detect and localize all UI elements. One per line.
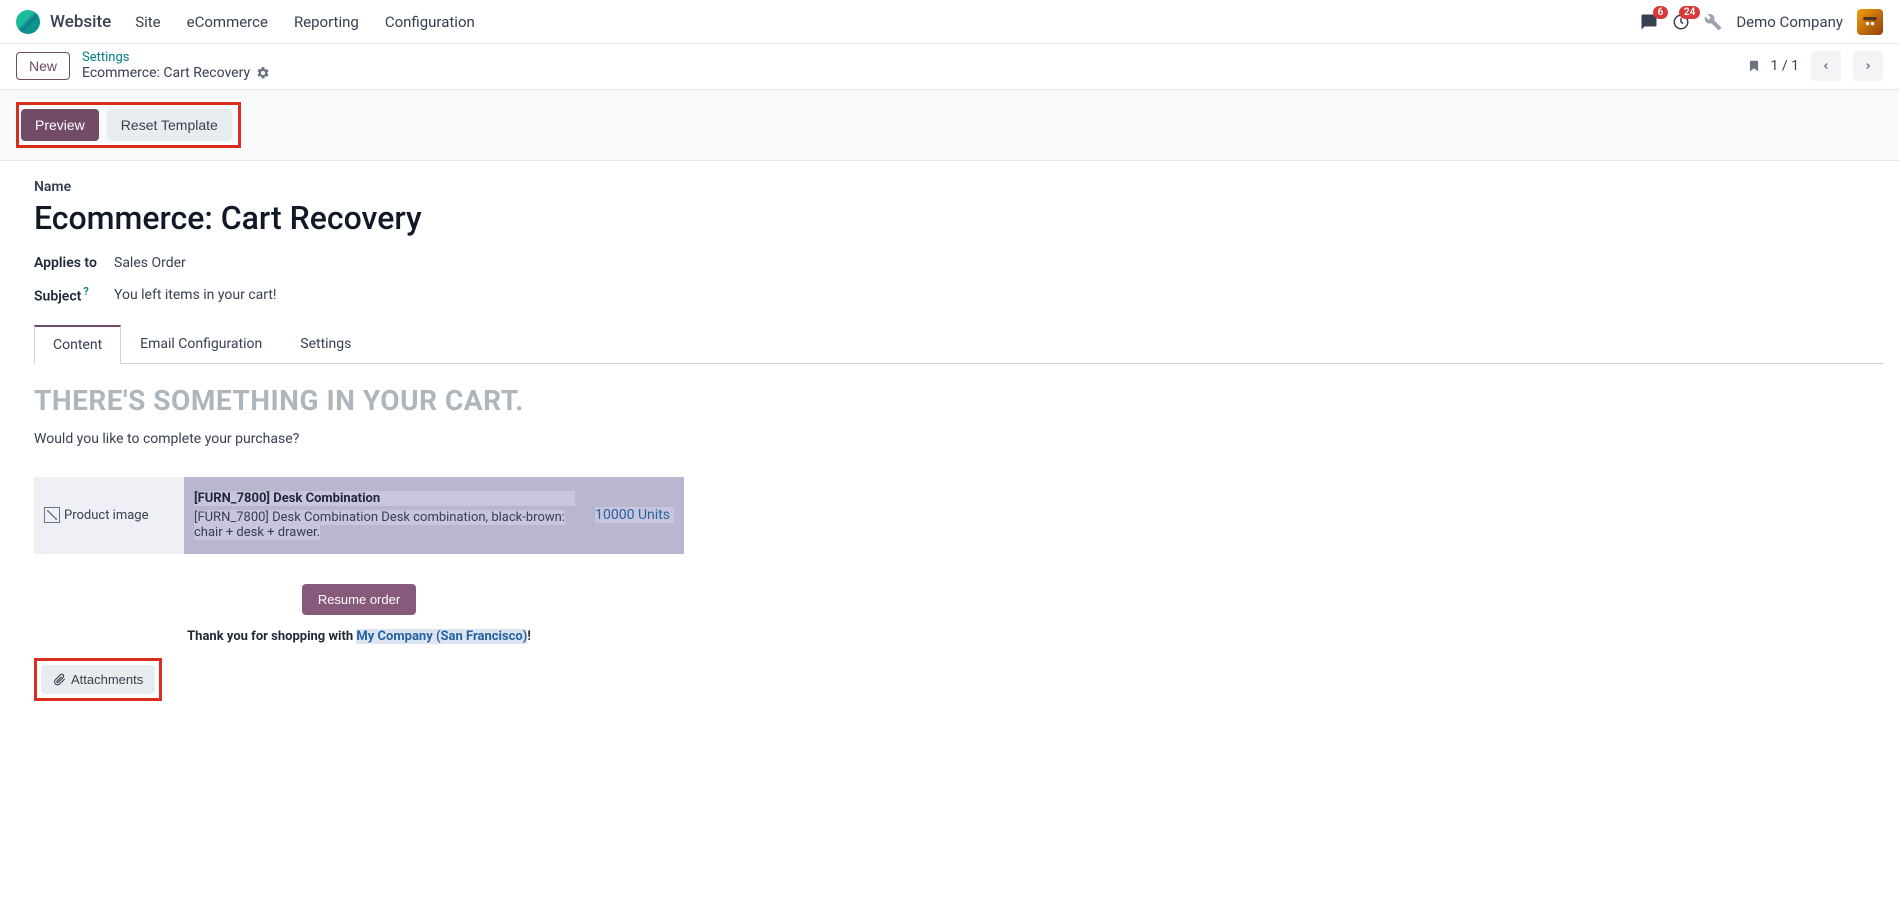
attachments-label: Attachments [71, 672, 143, 687]
product-image-cell: Product image [34, 477, 184, 554]
action-bar: Preview Reset Template [0, 89, 1899, 161]
product-info-cell: [FURN_7800] Desk Combination [FURN_7800]… [184, 477, 585, 554]
record-title[interactable]: Ecommerce: Cart Recovery [34, 199, 1883, 237]
product-image-alt: Product image [64, 508, 149, 523]
tab-settings[interactable]: Settings [281, 325, 370, 363]
breadcrumb-current-text: Ecommerce: Cart Recovery [82, 65, 250, 81]
activities-badge: 24 [1679, 6, 1700, 19]
nav-site[interactable]: Site [135, 13, 160, 31]
email-heading: THERE'S SOMETHING IN YOUR CART. [34, 384, 684, 417]
email-subtext: Would you like to complete your purchase… [34, 431, 684, 447]
messages-badge: 6 [1653, 6, 1669, 19]
attachments-section: Attachments [34, 658, 1883, 701]
product-table: Product image [FURN_7800] Desk Combinati… [34, 477, 684, 554]
breadcrumb-parent[interactable]: Settings [82, 50, 270, 65]
company-selector[interactable]: Demo Company [1736, 13, 1843, 31]
thanks-prefix: Thank you for shopping with [187, 629, 356, 644]
breadcrumb-current: Ecommerce: Cart Recovery [82, 65, 270, 81]
attachments-button[interactable]: Attachments [41, 665, 155, 694]
nav-ecommerce[interactable]: eCommerce [187, 13, 268, 31]
activities-icon[interactable]: 24 [1672, 13, 1690, 31]
nav-reporting[interactable]: Reporting [294, 13, 359, 31]
tab-content[interactable]: Content [34, 325, 121, 364]
pager-next-button[interactable] [1853, 51, 1883, 81]
app-logo-icon[interactable] [16, 10, 40, 34]
reset-template-button[interactable]: Reset Template [107, 109, 232, 141]
messages-icon[interactable]: 6 [1640, 13, 1658, 31]
gear-icon[interactable] [256, 66, 270, 80]
app-name[interactable]: Website [50, 12, 111, 32]
highlight-attachments: Attachments [34, 658, 162, 701]
subject-label: Subject? [34, 285, 114, 305]
broken-image-icon: Product image [44, 507, 174, 523]
top-nav: Website Site eCommerce Reporting Configu… [0, 0, 1899, 44]
email-body[interactable]: THERE'S SOMETHING IN YOUR CART. Would yo… [34, 364, 684, 644]
name-label: Name [34, 179, 1883, 195]
pager-prev-button[interactable] [1811, 51, 1841, 81]
applies-to-value[interactable]: Sales Order [114, 255, 186, 271]
tools-icon[interactable] [1704, 13, 1722, 31]
preview-button[interactable]: Preview [21, 109, 99, 141]
highlight-preview-reset: Preview Reset Template [16, 102, 241, 148]
breadcrumb-row: New Settings Ecommerce: Cart Recovery 1 … [0, 44, 1899, 89]
bookmark-icon[interactable] [1747, 58, 1761, 74]
tabs: Content Email Configuration Settings [34, 325, 1883, 364]
nav-configuration[interactable]: Configuration [385, 13, 475, 31]
thanks-suffix: ! [527, 629, 531, 644]
tab-email-configuration[interactable]: Email Configuration [121, 325, 281, 363]
form-sheet: Name Ecommerce: Cart Recovery Applies to… [0, 161, 1899, 721]
thanks-line: Thank you for shopping with My Company (… [34, 629, 684, 644]
product-quantity: 10000 Units [595, 507, 674, 523]
product-qty-cell: 10000 Units [585, 477, 684, 554]
new-button[interactable]: New [16, 52, 70, 80]
resume-order-button[interactable]: Resume order [302, 584, 416, 615]
table-row: Product image [FURN_7800] Desk Combinati… [34, 477, 684, 554]
product-name: [FURN_7800] Desk Combination [194, 491, 575, 506]
thanks-company[interactable]: My Company (San Francisco) [356, 629, 527, 644]
product-description: [FURN_7800] Desk Combination Desk combin… [194, 510, 565, 540]
applies-to-label: Applies to [34, 255, 114, 271]
pager-text[interactable]: 1 / 1 [1771, 58, 1799, 74]
subject-help-icon[interactable]: ? [83, 285, 88, 298]
subject-value[interactable]: You left items in your cart! [114, 287, 277, 303]
paperclip-icon [53, 673, 66, 686]
subject-label-text: Subject [34, 289, 81, 305]
email-footer: Resume order Thank you for shopping with… [34, 584, 684, 644]
user-avatar[interactable] [1857, 9, 1883, 35]
